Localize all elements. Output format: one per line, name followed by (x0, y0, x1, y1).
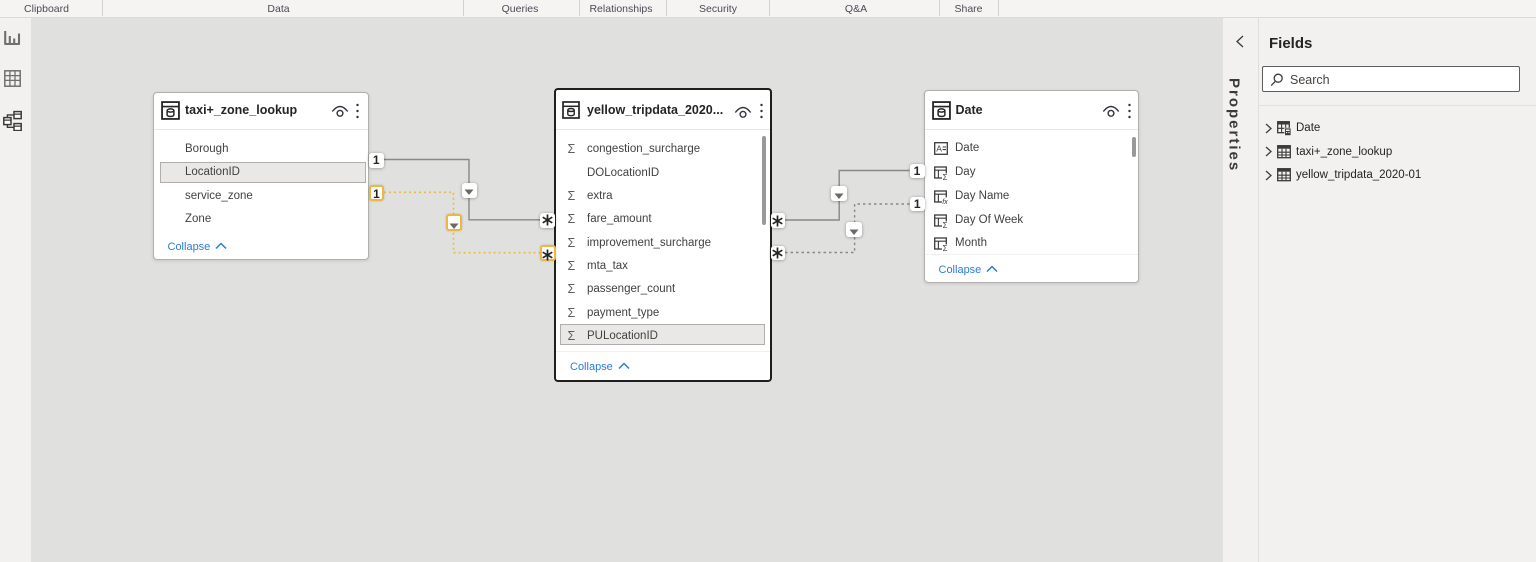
svg-text:A: A (936, 143, 942, 153)
svg-text:Σ: Σ (942, 221, 947, 229)
svg-text:Σ: Σ (942, 173, 947, 181)
svg-text:Σ: Σ (942, 244, 947, 252)
svg-text:fx: fx (942, 197, 948, 205)
